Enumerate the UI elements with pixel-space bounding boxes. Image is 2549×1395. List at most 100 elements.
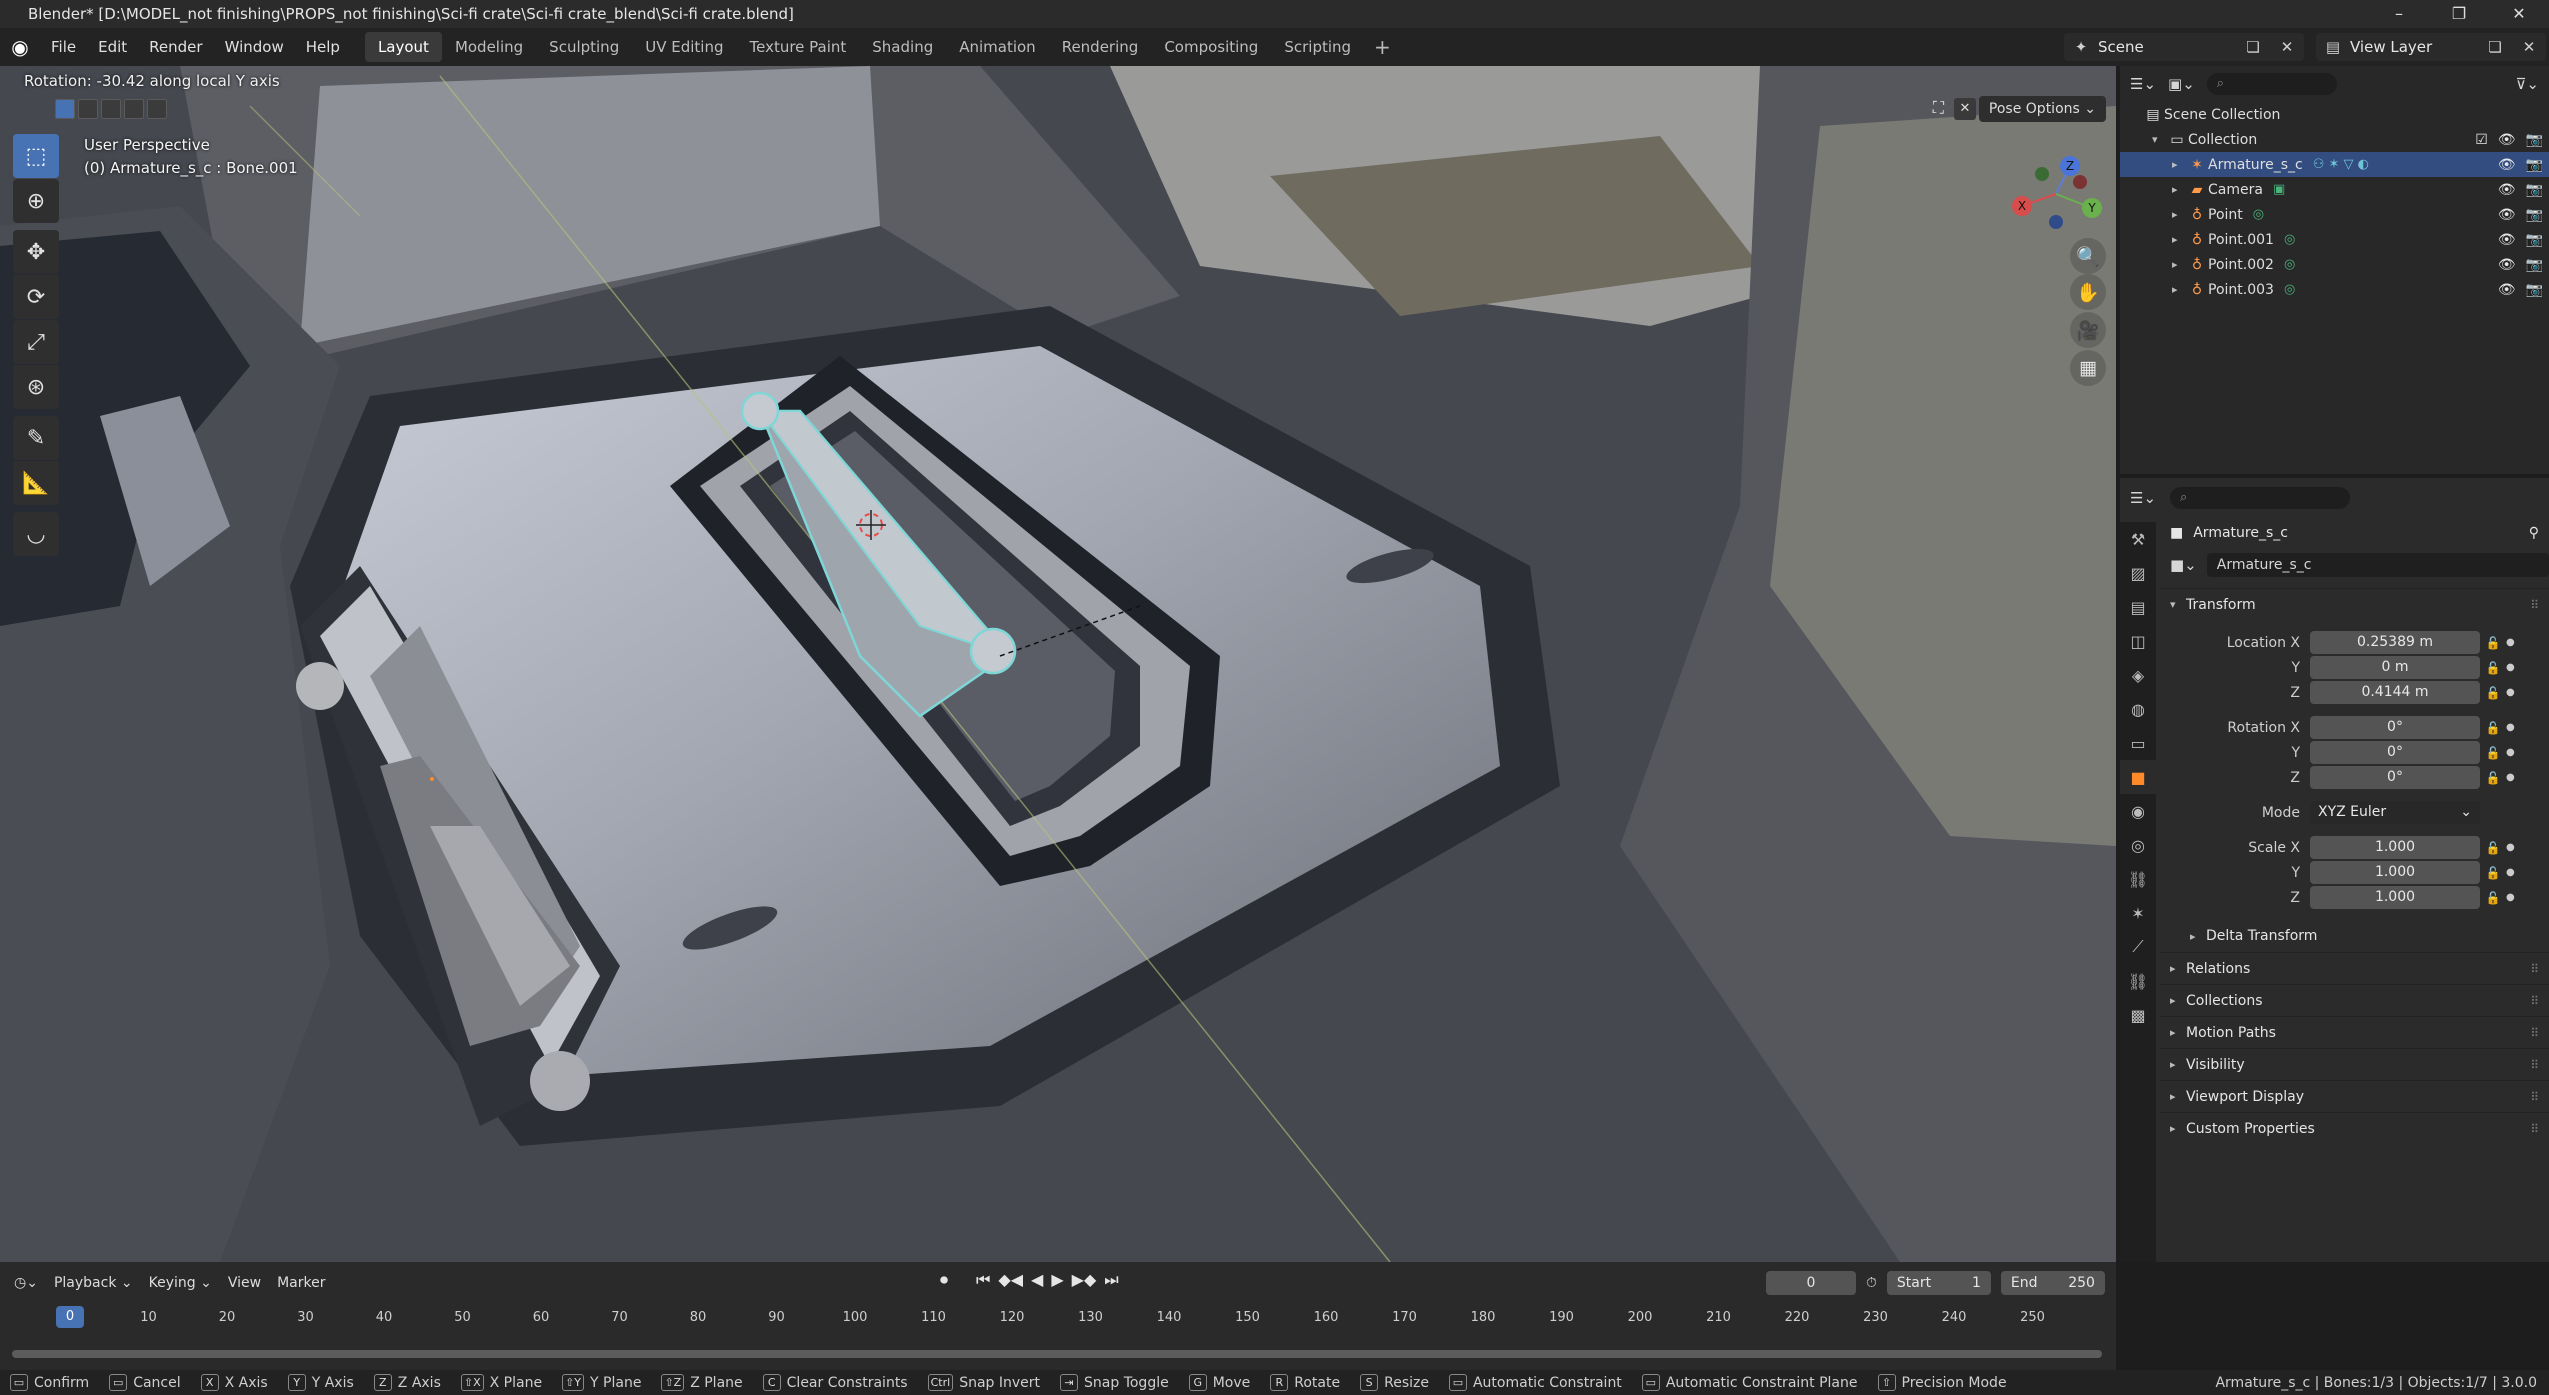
eye-icon[interactable]: 👁 [2498, 157, 2516, 173]
camera-render-icon[interactable]: 📷 [2526, 132, 2543, 148]
eye-icon[interactable]: 👁 [2498, 132, 2516, 148]
prev-keyframe-icon[interactable]: ◆◀ [998, 1270, 1023, 1290]
pin-icon[interactable]: ⚲ [2529, 525, 2539, 541]
close-button[interactable]: ✕ [2489, 0, 2549, 28]
checkbox-icon[interactable]: ☑ [2475, 132, 2488, 148]
record-icon[interactable]: ⏺ [940, 1270, 948, 1290]
keyframe-dot-icon[interactable]: ● [2506, 842, 2516, 853]
lock-icon[interactable]: 🔓 [2480, 891, 2506, 905]
new-view-layer-icon[interactable]: ❏ [2478, 38, 2512, 56]
drag-handle-icon[interactable]: ⠿ [2530, 962, 2539, 976]
outliner-item-point-001[interactable]: ▸ ♁ Point.001 ◎ 👁 📷 [2120, 227, 2549, 252]
camera-render-icon[interactable]: 📷 [2526, 157, 2543, 173]
drag-handle-icon[interactable]: ⠿ [2530, 1058, 2539, 1072]
scale-tool-icon[interactable]: ⤢ [13, 320, 59, 364]
pose-options-dropdown[interactable]: Pose Options ⌄ [1978, 96, 2106, 122]
rotation-mode-dropdown[interactable]: XYZ Euler ⌄ [2310, 801, 2480, 824]
keyframe-dot-icon[interactable]: ● [2506, 687, 2516, 698]
cursor-tool-icon[interactable]: ⊕ [13, 179, 59, 223]
scene-collection-row[interactable]: ▤ Scene Collection [2120, 102, 2549, 127]
menu-render[interactable]: Render [138, 38, 213, 56]
filter-icon[interactable]: ⊽⌄ [2515, 75, 2539, 93]
armature-data-tab-icon[interactable]: ✶ [2120, 896, 2156, 930]
camera-data-icon[interactable]: ▣ [2273, 182, 2285, 197]
expand-arrow-icon[interactable]: ▸ [2172, 283, 2186, 296]
world-tab-icon[interactable]: ◍ [2120, 692, 2156, 726]
lock-icon[interactable]: 🔓 [2480, 771, 2506, 785]
tool-tab-icon[interactable]: ⚒ [2120, 522, 2156, 556]
keyframe-dot-icon[interactable]: ● [2506, 747, 2516, 758]
camera-render-icon[interactable]: 📷 [2526, 282, 2543, 298]
keyframe-dot-icon[interactable]: ● [2506, 772, 2516, 783]
jump-end-icon[interactable]: ⏭ [1104, 1270, 1118, 1290]
outliner-item-point[interactable]: ▸ ♁ Point ◎ 👁 📷 [2120, 202, 2549, 227]
3d-viewport[interactable]: Rotation: -30.42 along local Y axis ⛶ ✕ … [0, 66, 2116, 1262]
render-tab-icon[interactable]: ▨ [2120, 556, 2156, 590]
rotation-y-field[interactable]: 0° [2310, 741, 2480, 764]
editor-type-icon[interactable]: ☰⌄ [2130, 75, 2156, 93]
select-subtract-icon[interactable] [101, 99, 121, 119]
tab-sculpting[interactable]: Sculpting [536, 32, 632, 62]
delete-scene-icon[interactable]: ✕ [2270, 38, 2304, 56]
relations-panel-header[interactable]: ▸ Relations ⠿ [2160, 952, 2549, 984]
menu-help[interactable]: Help [295, 38, 351, 56]
blender-logo-icon[interactable]: ◉ [0, 35, 40, 59]
collection-tab-icon[interactable]: ▭ [2120, 726, 2156, 760]
camera-view-icon[interactable]: 🎥 [2070, 312, 2106, 348]
timeline-editor-icon[interactable]: ◷⌄ [14, 1275, 38, 1291]
annotate-tool-icon[interactable]: ✎ [13, 416, 59, 460]
rotate-tool-icon[interactable]: ⟳ [13, 275, 59, 319]
select-new-icon[interactable] [55, 99, 75, 119]
scale-y-field[interactable]: 1.000 [2310, 861, 2480, 884]
tab-compositing[interactable]: Compositing [1151, 32, 1271, 62]
current-frame-field[interactable]: 0 [1766, 1271, 1856, 1295]
tab-uv-editing[interactable]: UV Editing [632, 32, 736, 62]
pose-data-icon[interactable]: ⚇ ✶ ▽ ◐ [2313, 157, 2369, 172]
tab-modeling[interactable]: Modeling [442, 32, 536, 62]
camera-render-icon[interactable]: 📷 [2526, 182, 2543, 198]
light-data-icon[interactable]: ◎ [2284, 257, 2295, 272]
location-y-field[interactable]: 0 m [2310, 656, 2480, 679]
select-intersect-icon[interactable] [147, 99, 167, 119]
view-layer-tab-icon[interactable]: ◫ [2120, 624, 2156, 658]
lock-icon[interactable]: 🔓 [2480, 721, 2506, 735]
camera-render-icon[interactable]: 📷 [2526, 257, 2543, 273]
display-mode-icon[interactable]: ▣⌄ [2168, 75, 2195, 93]
output-tab-icon[interactable]: ▤ [2120, 590, 2156, 624]
outliner-item-point-002[interactable]: ▸ ♁ Point.002 ◎ 👁 📷 [2120, 252, 2549, 277]
camera-render-icon[interactable]: 📷 [2526, 207, 2543, 223]
ortho-grid-icon[interactable]: ▦ [2070, 350, 2106, 386]
delete-view-layer-icon[interactable]: ✕ [2512, 38, 2546, 56]
end-frame-field[interactable]: End 250 [2000, 1271, 2105, 1295]
lock-icon[interactable]: 🔓 [2480, 841, 2506, 855]
eye-icon[interactable]: 👁 [2498, 257, 2516, 273]
lock-icon[interactable]: 🔓 [2480, 661, 2506, 675]
keyframe-dot-icon[interactable]: ● [2506, 892, 2516, 903]
lock-icon[interactable]: 🔓 [2480, 636, 2506, 650]
motion-paths-panel-header[interactable]: ▸ Motion Paths ⠿ [2160, 1016, 2549, 1048]
menu-edit[interactable]: Edit [87, 38, 138, 56]
texture-tab-icon[interactable]: ▩ [2120, 998, 2156, 1032]
tab-rendering[interactable]: Rendering [1049, 32, 1152, 62]
transform-tool-icon[interactable]: ⊛ [13, 365, 59, 409]
tab-scripting[interactable]: Scripting [1271, 32, 1364, 62]
expand-arrow-icon[interactable]: ▸ [2172, 208, 2186, 221]
location-z-field[interactable]: 0.4144 m [2310, 681, 2480, 704]
play-reverse-icon[interactable]: ◀ [1031, 1270, 1043, 1290]
bone-tab-icon[interactable]: ⟋ [2120, 930, 2156, 964]
keyframe-dot-icon[interactable]: ● [2506, 637, 2516, 648]
tab-animation[interactable]: Animation [946, 32, 1048, 62]
pan-hand-icon[interactable]: ✋ [2070, 274, 2106, 310]
viewport-display-panel-header[interactable]: ▸ Viewport Display ⠿ [2160, 1080, 2549, 1112]
start-frame-field[interactable]: Start 1 [1886, 1271, 1991, 1295]
properties-search-input[interactable]: ⌕ [2170, 487, 2351, 509]
play-icon[interactable]: ▶ [1051, 1270, 1063, 1290]
scale-x-field[interactable]: 1.000 [2310, 836, 2480, 859]
drag-handle-icon[interactable]: ⠿ [2530, 598, 2539, 612]
menu-window[interactable]: Window [214, 38, 295, 56]
add-workspace-icon[interactable]: + [1364, 35, 1401, 59]
lock-icon[interactable]: 🔓 [2480, 746, 2506, 760]
menu-file[interactable]: File [40, 38, 87, 56]
modifiers-tab-icon[interactable]: ◉ [2120, 794, 2156, 828]
lock-icon[interactable]: 🔓 [2480, 686, 2506, 700]
